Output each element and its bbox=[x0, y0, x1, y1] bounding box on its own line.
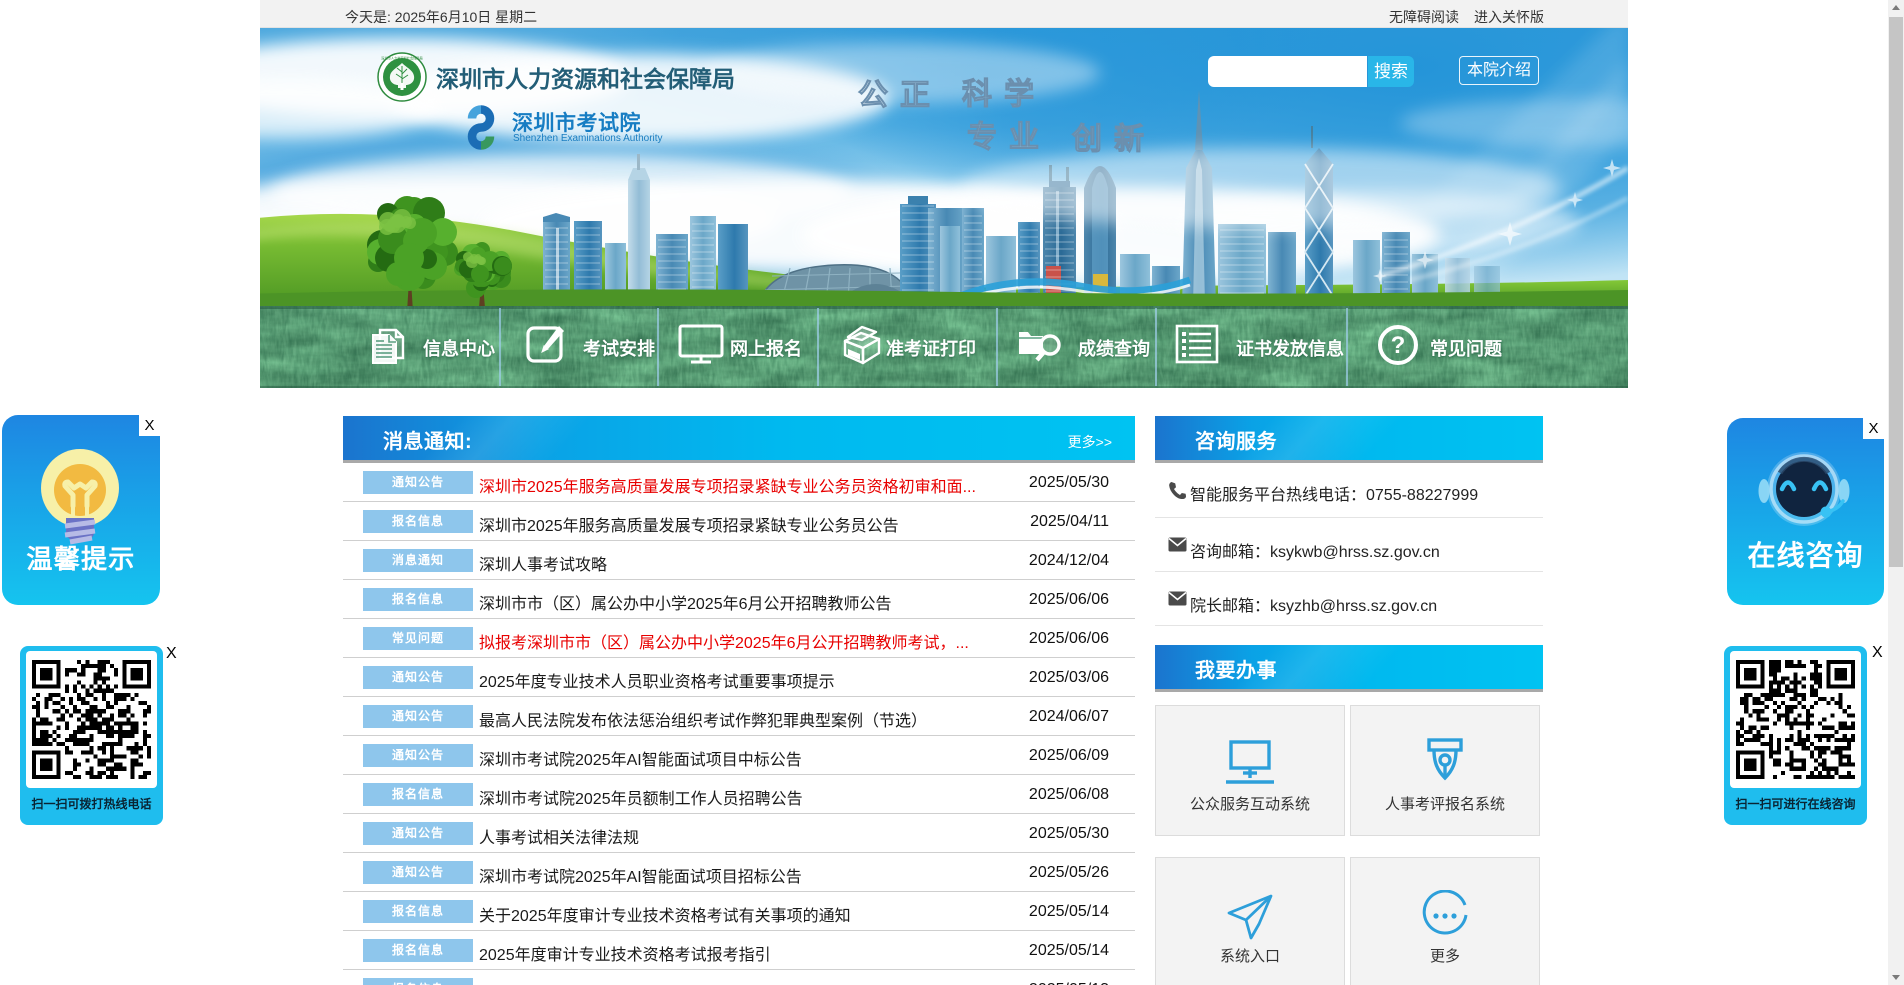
svg-text:?: ? bbox=[1391, 332, 1406, 359]
svg-text:深圳市人力资源和社会保障局: 深圳市人力资源和社会保障局 bbox=[381, 56, 422, 61]
